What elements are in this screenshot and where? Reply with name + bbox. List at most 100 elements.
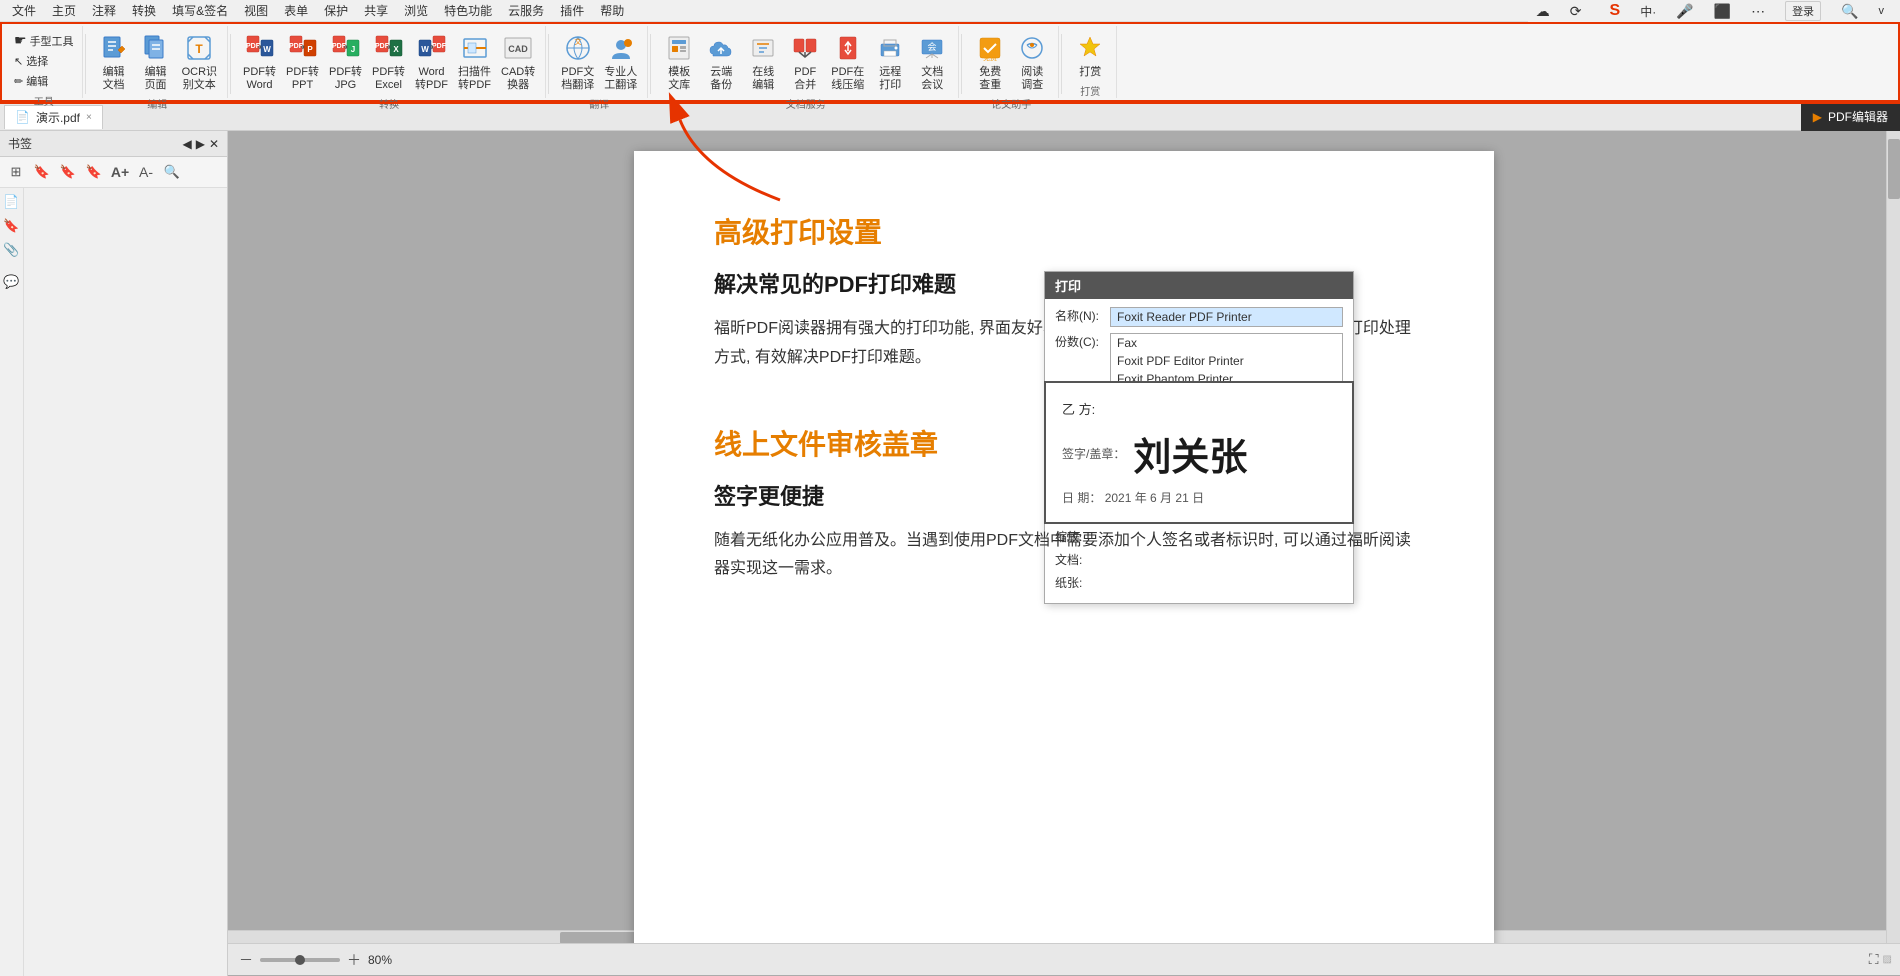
- menu-bar: 文件 主页 注释 转换 填写&签名 视图 表单 保护 共享 浏览 特色功能 云服…: [0, 0, 1900, 22]
- menu-browse[interactable]: 浏览: [396, 0, 436, 21]
- edit-tool-btn[interactable]: ✏ 编辑: [12, 71, 76, 91]
- ocr-btn[interactable]: T OCR识别文本: [178, 30, 221, 94]
- pdf-translate-btn[interactable]: 文 PDF文档翻译: [557, 30, 598, 94]
- screen-icon[interactable]: ⬛: [1706, 1, 1739, 22]
- brand-logo: S: [1602, 0, 1629, 22]
- pdf-editor-label: PDF编辑器: [1828, 108, 1888, 125]
- pdf-to-ppt-btn[interactable]: PDFP PDF转PPT: [282, 30, 323, 94]
- online-edit-label: 在线编辑: [752, 66, 774, 92]
- cad-convert-btn[interactable]: CAD CAD转换器: [497, 30, 539, 94]
- sidebar-title: 书签: [8, 135, 32, 152]
- sidebar-header-controls: ◀ ▶ ✕: [182, 137, 219, 151]
- reading-check-btn[interactable]: 阅读调查: [1012, 30, 1052, 94]
- sidebar-nav-left[interactable]: ◀: [182, 137, 191, 151]
- mic-icon[interactable]: 🎤: [1668, 1, 1701, 22]
- print-name-value[interactable]: Foxit Reader PDF Printer: [1110, 307, 1343, 327]
- sidebar-tool-grid[interactable]: ⊞: [4, 161, 28, 183]
- printer-fax[interactable]: Fax: [1111, 334, 1342, 352]
- online-edit-btn[interactable]: 在线编辑: [743, 30, 783, 94]
- print-group: 打赏 打赏: [1064, 26, 1117, 98]
- zoom-slider[interactable]: [260, 958, 340, 962]
- zoom-slider-thumb[interactable]: [295, 955, 305, 965]
- sidebar-nav-right[interactable]: ▶: [196, 137, 205, 151]
- translate-group-inner: 文 PDF文档翻译 专业人工翻译: [557, 30, 641, 94]
- menu-convert[interactable]: 转换: [124, 0, 164, 21]
- menu-annotation[interactable]: 注释: [84, 0, 124, 21]
- sync-icon[interactable]: ⟳: [1562, 1, 1590, 22]
- menu-plugin[interactable]: 插件: [552, 0, 592, 21]
- edit-group-label: 编辑: [147, 96, 167, 111]
- pdf-translate-icon: 文: [562, 32, 594, 64]
- menu-help[interactable]: 帮助: [592, 0, 632, 21]
- menu-share[interactable]: 共享: [356, 0, 396, 21]
- template-btn[interactable]: 模板文库: [659, 30, 699, 94]
- sidebar-icon-page[interactable]: 📄: [2, 192, 22, 212]
- hand-tool-btn[interactable]: ☛ 手型工具: [12, 30, 76, 51]
- sidebar-tool-bookmark2[interactable]: 🔖: [56, 161, 80, 183]
- section-sign: 线上文件审核盖章 签字更便捷 随着无纸化办公应用普及。当遇到使用PDF文档中需要…: [714, 423, 1414, 585]
- pro-translate-btn[interactable]: 专业人工翻译: [600, 30, 641, 94]
- sidebar-tool-font-decrease[interactable]: A-: [134, 161, 158, 183]
- zoom-minus-btn[interactable]: －: [236, 950, 256, 970]
- select-tool-btn[interactable]: ↖ 选择: [12, 51, 76, 71]
- translate-group: 文 PDF文档翻译 专业人工翻译 翻译: [551, 26, 648, 98]
- menu-special[interactable]: 特色功能: [436, 0, 500, 21]
- menu-form[interactable]: 表单: [276, 0, 316, 21]
- meeting-btn[interactable]: 会 文档会议: [912, 30, 952, 94]
- sidebar-icon-comment[interactable]: 💬: [2, 272, 22, 292]
- sidebar-icon-bookmark[interactable]: 🔖: [2, 216, 22, 236]
- sidebar-tool-bookmark3[interactable]: 🔖: [82, 161, 106, 183]
- zoom-plus-btn[interactable]: ＋: [344, 950, 364, 970]
- scrollbar-thumb[interactable]: [1888, 139, 1900, 199]
- sidebar-tool-font-increase[interactable]: A+: [108, 161, 132, 183]
- cloud-icon[interactable]: ☁: [1528, 1, 1558, 22]
- cloud-backup-btn[interactable]: 云端备份: [701, 30, 741, 94]
- edit-page-btn[interactable]: 编辑页面: [136, 30, 176, 94]
- more-icon[interactable]: ⋯: [1743, 1, 1773, 22]
- ocr-label: OCR识别文本: [182, 66, 217, 92]
- template-icon: [663, 32, 695, 64]
- pdf-to-ppt-icon: PDFP: [287, 32, 319, 64]
- edit-doc-btn[interactable]: 编辑文档: [94, 30, 134, 94]
- menu-home[interactable]: 主页: [44, 0, 84, 21]
- pdf-compress-btn[interactable]: PDF在线压缩: [827, 30, 868, 94]
- menu-protect[interactable]: 保护: [316, 0, 356, 21]
- pro-translate-icon: [605, 32, 637, 64]
- pdf-tab[interactable]: 📄 演示.pdf ×: [4, 105, 103, 129]
- pdf-to-excel-btn[interactable]: PDFX PDF转Excel: [368, 30, 409, 94]
- search-icon[interactable]: 🔍: [1833, 1, 1866, 22]
- sig-date-label: 日 期：: [1062, 491, 1101, 505]
- print-copies-label: 份数(C):: [1055, 333, 1110, 350]
- pdf-translate-label: PDF文档翻译: [561, 66, 594, 92]
- sidebar-tool-bookmark1[interactable]: 🔖: [30, 161, 54, 183]
- pdf-merge-btn[interactable]: PDF合并: [785, 30, 825, 94]
- free-check-icon: 免费: [974, 32, 1006, 64]
- login-btn[interactable]: 登录: [1785, 1, 1821, 21]
- svg-text:PDF: PDF: [432, 43, 447, 50]
- edit-group: 编辑文档 编辑页面 T OCR识别文本 编辑: [88, 26, 228, 98]
- pdf-to-word-label: PDF转Word: [243, 66, 276, 92]
- resize-handle: ▨: [1883, 954, 1892, 965]
- sidebar-close-btn[interactable]: ✕: [209, 137, 219, 151]
- pdf-to-jpg-btn[interactable]: PDFJ PDF转JPG: [325, 30, 366, 94]
- pdf-to-word-btn[interactable]: PDFW PDF转Word: [239, 30, 280, 94]
- sidebar-icon-attach[interactable]: 📎: [2, 240, 22, 260]
- remote-print-btn[interactable]: 远程打印: [870, 30, 910, 94]
- scale-value: v: [1871, 3, 1893, 19]
- reward-icon: [1074, 32, 1106, 64]
- word-to-pdf-btn[interactable]: WPDF Word转PDF: [411, 30, 452, 94]
- sidebar-tool-search[interactable]: 🔍: [160, 161, 184, 183]
- reward-btn[interactable]: 打赏: [1070, 30, 1110, 81]
- menu-file[interactable]: 文件: [4, 0, 44, 21]
- free-check-btn[interactable]: 免费 免费查重: [970, 30, 1010, 94]
- edit-page-label: 编辑页面: [145, 66, 167, 92]
- tab-close-btn[interactable]: ×: [86, 112, 92, 123]
- menu-sign[interactable]: 填写&签名: [164, 0, 236, 21]
- menu-cloud[interactable]: 云服务: [500, 0, 552, 21]
- scan-to-pdf-btn[interactable]: 扫描件转PDF: [454, 30, 495, 94]
- printer-foxit-editor[interactable]: Foxit PDF Editor Printer: [1111, 352, 1342, 370]
- vertical-scrollbar[interactable]: [1886, 131, 1900, 944]
- ocr-icon: T: [183, 32, 215, 64]
- expand-btn[interactable]: ⛶: [1869, 951, 1879, 968]
- menu-view[interactable]: 视图: [236, 0, 276, 21]
